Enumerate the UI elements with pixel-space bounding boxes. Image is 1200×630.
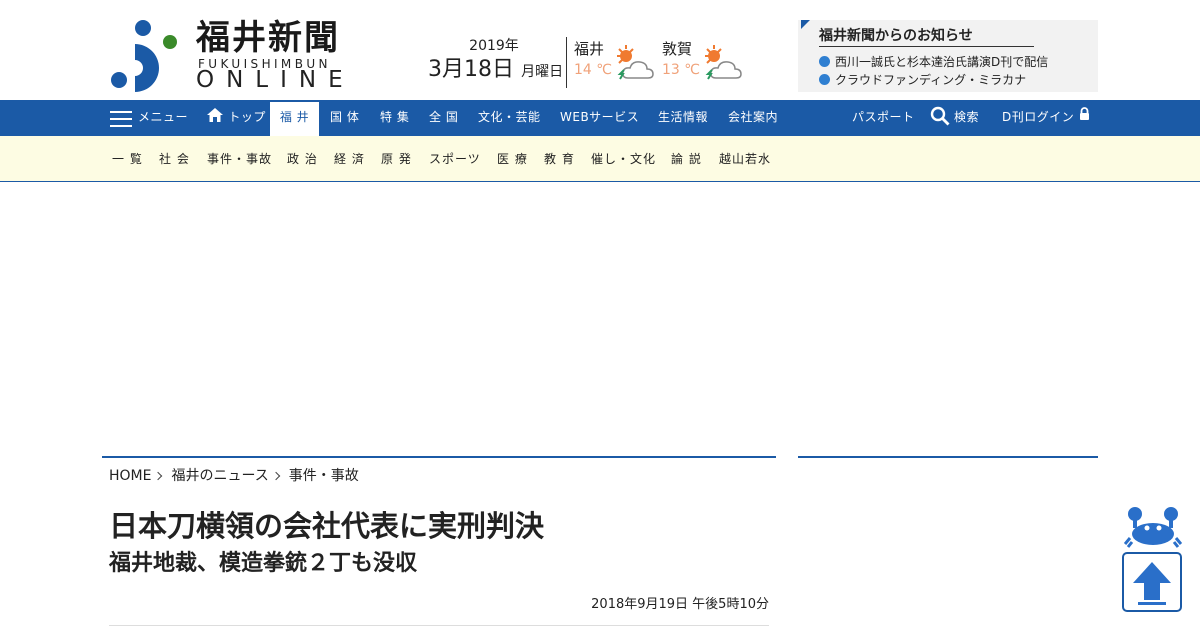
sidebar-column xyxy=(798,456,1098,458)
notice-corner xyxy=(801,20,810,29)
weather-city: 福井 xyxy=(574,40,605,58)
nav-item-web-service[interactable]: WEBサービス xyxy=(560,100,639,136)
crab-mascot-icon xyxy=(1124,507,1182,548)
breadcrumb-item[interactable]: 事件・事故 xyxy=(289,468,359,484)
nav-item-label: 国 体 xyxy=(330,110,360,124)
passport-label: パスポート xyxy=(852,110,915,124)
sun-cloud-rain-icon xyxy=(705,45,742,80)
weather-temp: 14 ℃ xyxy=(574,62,612,78)
current-date: 2019年 3月18日 月曜日 xyxy=(428,38,564,85)
nav-item-label: 生活情報 xyxy=(658,110,709,124)
chevron-right-icon xyxy=(154,471,163,481)
notice-item[interactable]: クラウドファンディング・ミラカナ xyxy=(819,72,1026,88)
search-label: 検索 xyxy=(954,110,980,124)
date-divider xyxy=(566,37,567,88)
login-link[interactable]: D刊ログイン xyxy=(1002,100,1090,136)
breadcrumb-item[interactable]: 福井のニュース xyxy=(171,468,268,484)
logo-mark-icon xyxy=(111,20,177,92)
date-year: 2019年 xyxy=(469,38,519,54)
site-logo[interactable]: 福井新聞 FUKUISHIMBUN ONLINE xyxy=(110,18,355,94)
search-button[interactable]: 検索 xyxy=(930,100,979,136)
nav-item-top[interactable]: トップ xyxy=(206,100,266,136)
menu-button[interactable]: メニュー xyxy=(110,100,188,136)
login-label: D刊ログイン xyxy=(1002,110,1075,124)
breadcrumb: HOME 福井のニュース 事件・事故 xyxy=(109,467,359,485)
notice-title: 福井新聞からのお知らせ xyxy=(819,27,1034,47)
subnav-item[interactable]: 催し・文化 xyxy=(591,136,656,182)
lock-icon xyxy=(1079,107,1089,120)
logo-title: 福井新聞 xyxy=(196,18,340,58)
chevron-right-icon xyxy=(271,471,281,481)
nav-item-label: 特 集 xyxy=(380,110,410,124)
main-nav: メニュー トップ 福 井 国 体 特 集 全 国 文化・芸能 WEBサービス 生… xyxy=(0,100,1200,136)
sub-nav: 一 覧 社 会 事件・事故 政 治 経 済 原 発 スポーツ 医 療 教 育 催… xyxy=(0,136,1200,182)
hamburger-icon xyxy=(110,111,132,127)
article-column: HOME 福井のニュース 事件・事故 日本刀横領の会社代表に実刑判決 福井地裁、模造… xyxy=(102,456,776,626)
nav-item-fukui[interactable]: 福 井 xyxy=(270,102,319,136)
article-headline: 日本刀横領の会社代表に実刑判決 xyxy=(109,509,545,543)
scroll-to-top-button[interactable] xyxy=(1122,552,1182,612)
subnav-item[interactable]: 論 説 xyxy=(671,136,702,182)
date-main: 3月18日 月曜日 xyxy=(428,57,564,85)
subnav-item[interactable]: 事件・事故 xyxy=(207,136,272,182)
divider xyxy=(109,625,769,626)
home-icon xyxy=(207,107,223,122)
article-timestamp: 2018年9月19日 午後5時10分 xyxy=(591,597,769,612)
notice-item[interactable]: 西川一誠氏と杉本達治氏講演D刊で配信 xyxy=(819,54,1048,70)
nav-item-company[interactable]: 会社案内 xyxy=(728,100,778,136)
passport-link[interactable]: パスポート xyxy=(852,100,915,136)
article-subheadline: 福井地裁、模造拳銃２丁も没収 xyxy=(109,551,418,576)
notice-item-label: クラウドファンディング・ミラカナ xyxy=(835,73,1027,87)
nav-item-label: 会社案内 xyxy=(728,110,779,124)
nav-item-label: 文化・芸能 xyxy=(478,110,541,124)
weather-tsuruga[interactable]: 敦賀 13 ℃ xyxy=(662,40,748,90)
subnav-item[interactable]: 一 覧 xyxy=(112,136,143,182)
search-icon xyxy=(930,106,950,125)
logo-online: ONLINE xyxy=(196,67,355,93)
info-dot-icon xyxy=(819,56,830,67)
subnav-item[interactable]: 経 済 xyxy=(334,136,365,182)
subnav-item[interactable]: 越山若水 xyxy=(719,136,771,182)
notice-box: 福井新聞からのお知らせ 西川一誠氏と杉本達治氏講演D刊で配信 クラウドファンディ… xyxy=(798,20,1098,92)
nav-item-national[interactable]: 全 国 xyxy=(429,100,458,136)
date-weekday: 月曜日 xyxy=(521,64,564,80)
weather-temp: 13 ℃ xyxy=(662,62,700,78)
subnav-item[interactable]: 原 発 xyxy=(381,136,412,182)
nav-item-label: トップ xyxy=(228,110,266,124)
subnav-item[interactable]: 政 治 xyxy=(287,136,318,182)
info-dot-icon xyxy=(819,74,830,85)
arrow-up-icon xyxy=(1133,562,1171,605)
nav-item-feature[interactable]: 特 集 xyxy=(380,100,409,136)
subnav-item[interactable]: 社 会 xyxy=(159,136,190,182)
breadcrumb-item[interactable]: HOME xyxy=(109,468,151,484)
subnav-item[interactable]: スポーツ xyxy=(429,136,481,182)
subnav-item[interactable]: 医 療 xyxy=(497,136,528,182)
menu-label: メニュー xyxy=(138,110,189,124)
nav-item-kokutai[interactable]: 国 体 xyxy=(330,100,359,136)
nav-item-label: 福 井 xyxy=(279,110,310,124)
subnav-item[interactable]: 教 育 xyxy=(544,136,575,182)
weather-fukui[interactable]: 福井 14 ℃ xyxy=(574,40,660,90)
date-day: 3月18日 xyxy=(428,57,514,82)
sun-cloud-rain-icon xyxy=(617,45,654,80)
notice-item-label: 西川一誠氏と杉本達治氏講演D刊で配信 xyxy=(835,55,1049,69)
nav-item-label: 全 国 xyxy=(429,110,459,124)
weather-city: 敦賀 xyxy=(662,40,693,58)
nav-item-label: WEBサービス xyxy=(560,110,640,124)
nav-item-life[interactable]: 生活情報 xyxy=(658,100,708,136)
site-header: 福井新聞 FUKUISHIMBUN ONLINE 2019年 3月18日 月曜日… xyxy=(0,0,1200,100)
nav-item-culture[interactable]: 文化・芸能 xyxy=(478,100,541,136)
